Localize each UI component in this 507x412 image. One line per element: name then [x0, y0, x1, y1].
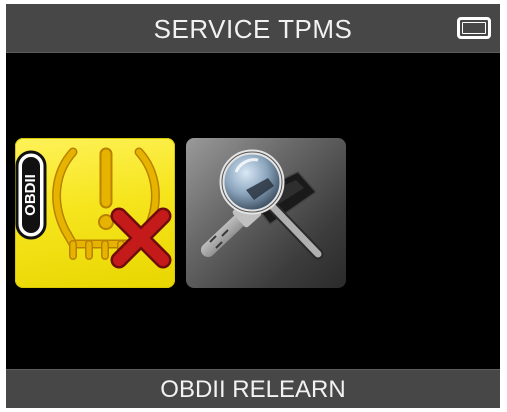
device-screen: SERVICE TPMS OBDII OBDII RELEARN	[6, 4, 500, 408]
battery-icon	[457, 17, 491, 39]
footer-bar: OBDII RELEARN	[6, 369, 500, 408]
sensor-inspection-tile[interactable]	[186, 138, 346, 288]
error-x-icon	[110, 207, 172, 269]
page-title: SERVICE TPMS	[153, 14, 353, 44]
obdii-tpms-warning-icon: OBDII	[15, 147, 172, 269]
magnifier-icon	[219, 149, 324, 260]
selected-item-label: OBDII RELEARN	[160, 376, 346, 403]
obdii-relearn-tile[interactable]: OBDII	[15, 138, 175, 288]
obdii-badge: OBDII	[15, 150, 47, 240]
tpms-sensor-magnifier-icon	[201, 149, 324, 260]
header-bar: SERVICE TPMS	[6, 4, 500, 53]
obdii-badge-text: OBDII	[22, 174, 39, 216]
